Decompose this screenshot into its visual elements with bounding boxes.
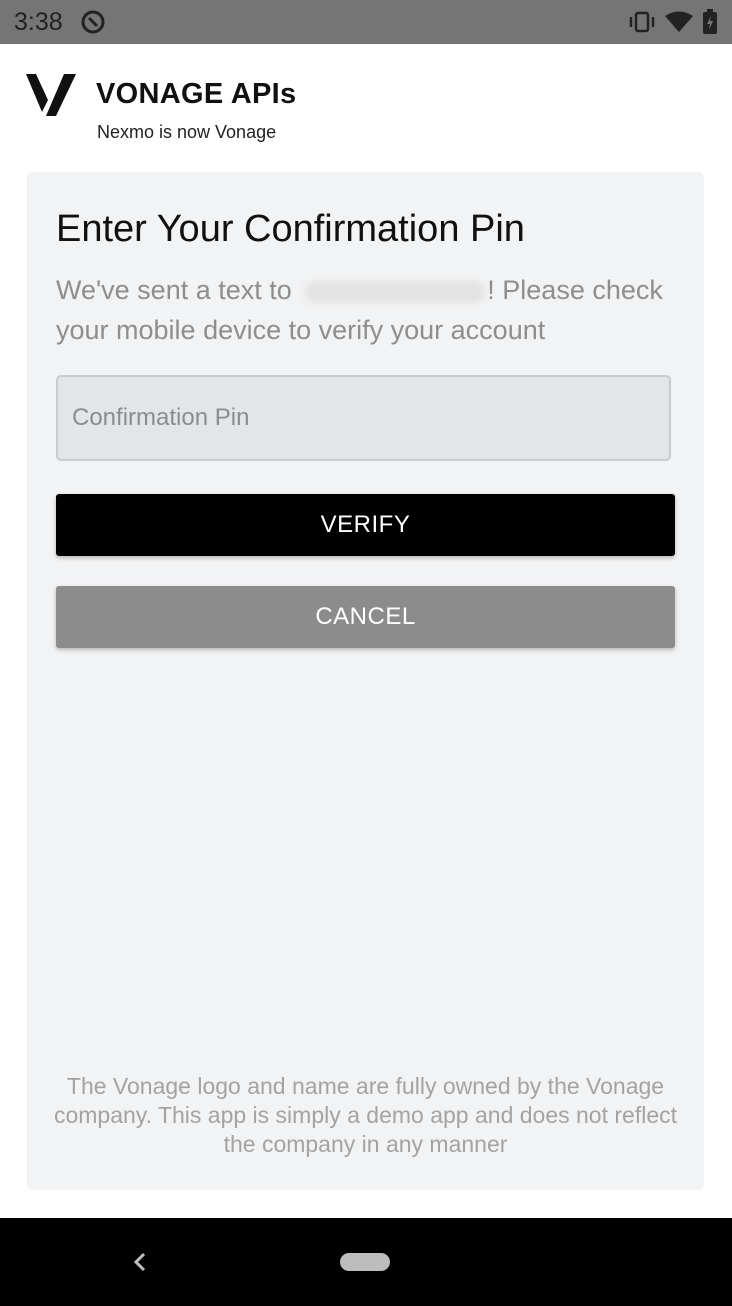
verify-button[interactable]: VERIFY [56, 494, 675, 556]
brand-name: VONAGE APIs [96, 78, 297, 110]
cancel-button[interactable]: CANCEL [56, 586, 675, 648]
verify-card: Enter Your Confirmation Pin We've sent a… [27, 172, 704, 1190]
status-bar: 3:38 [0, 0, 732, 44]
verify-message: We've sent a text to ! Please check your… [56, 270, 686, 350]
status-time: 3:38 [14, 8, 63, 36]
wifi-icon [665, 11, 693, 32]
message-prefix: We've sent a text to [56, 275, 300, 305]
battery-icon [703, 9, 717, 34]
page-title: Enter Your Confirmation Pin [56, 208, 525, 250]
vibrate-icon [629, 11, 655, 33]
back-icon[interactable] [130, 1250, 150, 1274]
navigation-bar [0, 1218, 732, 1306]
brand-tagline: Nexmo is now Vonage [97, 122, 277, 142]
home-pill-icon[interactable] [340, 1253, 390, 1271]
confirmation-pin-input[interactable] [56, 375, 671, 461]
redacted-phone-number [305, 280, 486, 303]
disclaimer-text: The Vonage logo and name are fully owned… [53, 1073, 678, 1157]
vonage-logo-icon [26, 74, 76, 116]
sync-icon [81, 10, 105, 34]
